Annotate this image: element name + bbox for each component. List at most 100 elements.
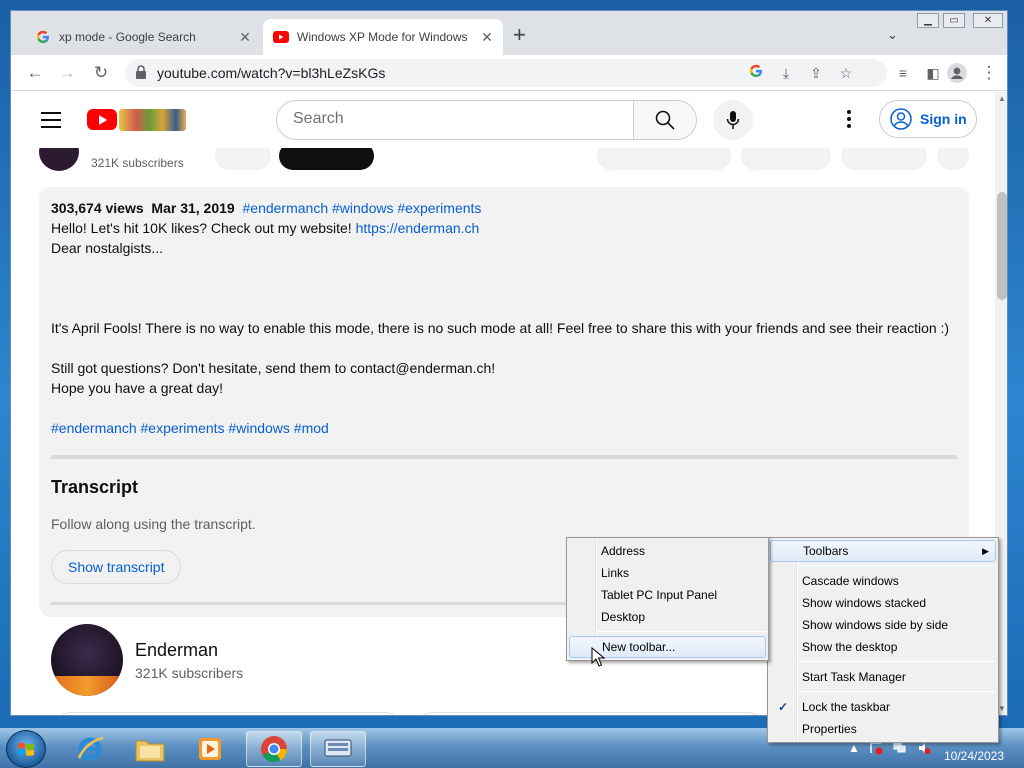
profile-icon[interactable] xyxy=(947,63,967,83)
voice-search-button[interactable] xyxy=(713,100,753,140)
address-bar[interactable]: youtube.com/watch?v=bl3hLeZsKGs ⤓ ⇪ ☆ xyxy=(125,59,887,87)
menu-item-start-task-manager[interactable]: Start Task Manager xyxy=(770,666,996,688)
install-app-icon[interactable]: ⤓ xyxy=(777,64,795,82)
scrollbar-thumb[interactable] xyxy=(997,192,1007,300)
description-meta: 303,674 views Mar 31, 2019 #endermanch #… xyxy=(51,200,481,216)
forward-icon[interactable]: → xyxy=(57,63,77,83)
menu-item-tablet-pc-input-panel[interactable]: Tablet PC Input Panel xyxy=(569,584,766,606)
taskbar-context-menu: Toolbars ▶ Cascade windows Show windows … xyxy=(767,537,999,743)
account-icon xyxy=(890,108,912,130)
toolbars-submenu: Address Links Tablet PC Input Panel Desk… xyxy=(566,537,769,661)
menu-item-cascade-windows[interactable]: Cascade windows xyxy=(770,570,996,592)
menu-item-show-windows-stacked[interactable]: Show windows stacked xyxy=(770,592,996,614)
tab-search-icon[interactable]: ⌄ xyxy=(887,27,898,43)
hashtags-bottom[interactable]: #endermanch #experiments #windows #mod xyxy=(51,420,329,436)
media-controls-icon[interactable]: ≡ xyxy=(893,63,913,83)
taskbar-internet-explorer[interactable] xyxy=(62,731,118,767)
show-hidden-icons-icon[interactable]: ▲ xyxy=(846,741,862,757)
share-icon[interactable]: ⇪ xyxy=(807,64,825,82)
youtube-icon xyxy=(273,29,289,45)
section-divider xyxy=(51,455,957,459)
tab-strip: xp mode - Google Search ✕ Windows XP Mod… xyxy=(11,11,1007,55)
hashtags-top[interactable]: #endermanch #windows #experiments xyxy=(243,200,482,216)
settings-more-icon[interactable] xyxy=(837,108,861,132)
chrome-icon xyxy=(261,736,288,763)
back-icon[interactable]: ← xyxy=(25,63,45,83)
search-icon xyxy=(655,110,675,130)
file-explorer-icon xyxy=(135,740,165,762)
maximize-button[interactable]: ▭ xyxy=(943,13,965,28)
start-button[interactable] xyxy=(6,730,46,768)
tab-title: xp mode - Google Search xyxy=(59,30,196,44)
menu-separator xyxy=(798,691,996,692)
url-text: youtube.com/watch?v=bl3hLeZsKGs xyxy=(157,65,386,81)
new-tab-icon[interactable]: + xyxy=(513,24,526,46)
sign-in-button[interactable]: Sign in xyxy=(879,100,977,138)
search-box xyxy=(276,100,634,140)
minimize-button[interactable]: ▁ xyxy=(917,13,939,28)
description-text: Hello! Let's hit 10K likes? Check out my… xyxy=(51,220,356,236)
description-line: Dear nostalgists... xyxy=(51,240,164,256)
menu-item-show-windows-side-by-side[interactable]: Show windows side by side xyxy=(770,614,996,636)
clock-date[interactable]: 10/24/2023 xyxy=(934,749,1014,763)
volume-muted-icon[interactable] xyxy=(916,741,932,757)
menu-item-links[interactable]: Links xyxy=(569,562,766,584)
show-transcript-button[interactable]: Show transcript xyxy=(51,550,182,584)
taskbar-media-player[interactable] xyxy=(182,731,238,767)
scroll-up-icon[interactable]: ▲ xyxy=(997,94,1007,103)
side-panel-icon[interactable]: ◧ xyxy=(923,63,943,83)
media-player-icon xyxy=(199,738,221,760)
menu-separator xyxy=(798,565,996,566)
transcript-title: Transcript xyxy=(51,477,139,497)
reload-icon[interactable]: ↻ xyxy=(91,63,111,83)
youtube-doodle-logo[interactable] xyxy=(119,109,186,131)
menu-item-toolbars[interactable]: Toolbars ▶ xyxy=(770,540,996,562)
menu-separator xyxy=(798,661,996,662)
google-icon xyxy=(35,29,51,45)
tab-youtube-video[interactable]: Windows XP Mode for Windows ✕ xyxy=(263,19,503,55)
guide-menu-icon[interactable] xyxy=(41,112,61,128)
channel-subscribers: 321K subscribers xyxy=(135,665,244,681)
taskbar-file-explorer[interactable] xyxy=(122,731,178,767)
internet-explorer-icon xyxy=(77,736,104,761)
channel-avatar[interactable] xyxy=(51,624,123,696)
taskbar-chrome[interactable] xyxy=(246,731,302,767)
browser-toolbar: ← → ↻ youtube.com/watch?v=bl3hLeZsKGs ⤓ … xyxy=(11,55,1007,91)
tab-close-icon[interactable]: ✕ xyxy=(477,29,497,46)
description-line: Hello! Let's hit 10K likes? Check out my… xyxy=(51,220,479,236)
videos-button-partial[interactable] xyxy=(55,712,401,715)
channel-subscribers-partial: 321K subscribers xyxy=(91,156,184,170)
chrome-menu-icon[interactable]: ⋮ xyxy=(979,63,999,83)
website-link[interactable]: https://enderman.ch xyxy=(356,220,480,236)
sign-in-label: Sign in xyxy=(920,111,967,127)
tab-close-icon[interactable]: ✕ xyxy=(235,29,255,46)
channel-name[interactable]: Enderman xyxy=(135,640,218,661)
checkmark-icon: ✓ xyxy=(778,700,789,714)
action-center-icon[interactable] xyxy=(868,741,884,757)
tab-google-search[interactable]: xp mode - Google Search ✕ xyxy=(25,19,261,55)
submenu-arrow-icon: ▶ xyxy=(982,546,989,556)
network-icon[interactable] xyxy=(892,741,908,757)
search-button[interactable] xyxy=(633,100,697,140)
description-line: Hope you have a great day! xyxy=(51,380,224,396)
menu-item-desktop[interactable]: Desktop xyxy=(569,606,766,628)
close-button[interactable]: ✕ xyxy=(973,13,1003,28)
menu-item-label: Toolbars xyxy=(803,544,849,558)
description-line: It's April Fools! There is no way to ena… xyxy=(51,320,950,336)
youtube-logo[interactable] xyxy=(87,109,117,130)
view-count: 303,674 views xyxy=(51,200,144,216)
on-screen-keyboard-icon xyxy=(324,739,352,757)
microphone-icon xyxy=(726,111,740,129)
menu-item-properties[interactable]: Properties xyxy=(770,718,996,740)
menu-item-address[interactable]: Address xyxy=(569,540,766,562)
youtube-header: Sign in xyxy=(11,92,995,148)
lock-icon[interactable] xyxy=(135,65,151,81)
menu-item-lock-taskbar[interactable]: ✓ Lock the taskbar xyxy=(770,696,996,718)
taskbar-on-screen-keyboard[interactable] xyxy=(310,731,366,767)
google-lens-icon[interactable] xyxy=(747,64,765,82)
menu-item-show-desktop[interactable]: Show the desktop xyxy=(770,636,996,658)
about-button-partial[interactable] xyxy=(417,712,763,715)
bookmark-star-icon[interactable]: ☆ xyxy=(837,64,855,82)
search-input[interactable] xyxy=(293,110,613,128)
windows-logo-icon xyxy=(18,742,34,756)
